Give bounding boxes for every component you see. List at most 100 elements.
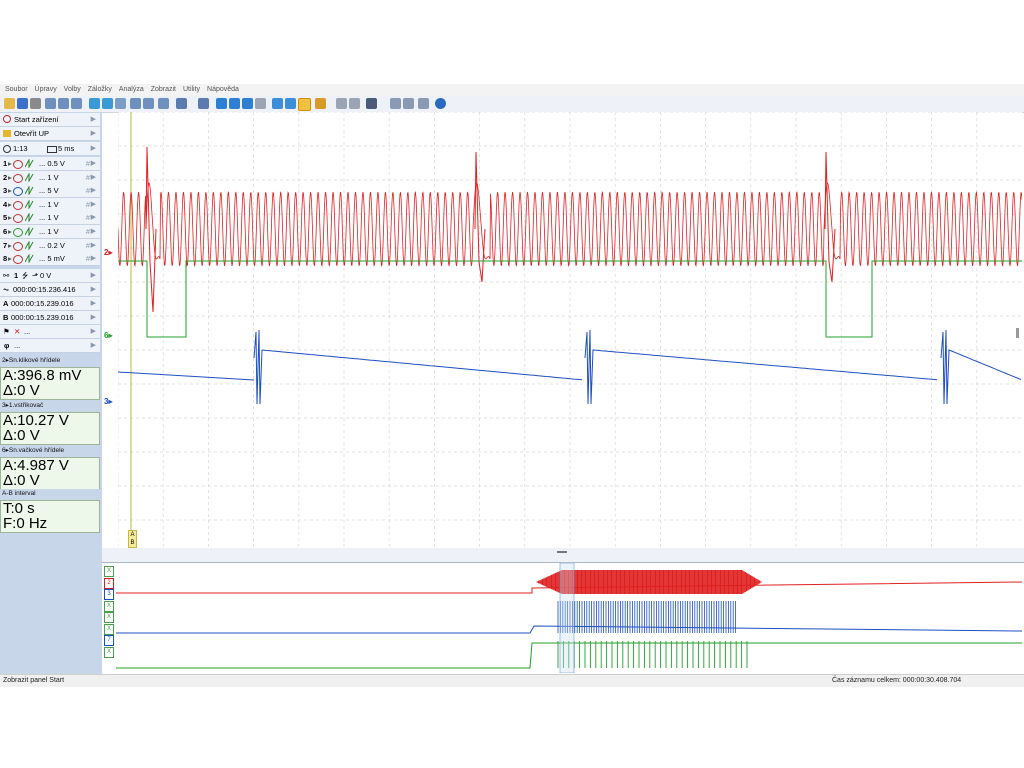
menu-bar: Soubor Úpravy Volby Záložky Analýza Zobr…	[0, 84, 1024, 96]
copy-icon[interactable]	[45, 98, 56, 109]
channel-row[interactable]: 4 ▸ ... 1 V # ▶	[0, 197, 100, 212]
cursor-time-row[interactable]: ⏦ 000:00:15.236.416 ▶	[0, 283, 100, 297]
flag-icon[interactable]	[198, 98, 209, 109]
readout-crank: A:396.8 mV Δ:0 V	[0, 367, 100, 400]
refresh-icon[interactable]	[158, 98, 169, 109]
overview-channel-tag[interactable]: X	[104, 612, 114, 623]
chevron-right-icon: ▶	[90, 300, 96, 307]
zoom-timebase-row[interactable]: 1:13 5 ms ▶	[0, 142, 100, 156]
trigger-row[interactable]: ⚯ 1 ⭍ ⬏ 0 V ▶	[0, 269, 100, 283]
cursor-a-time: 000:00:15.239.016	[11, 299, 74, 308]
window-3-icon[interactable]	[418, 98, 429, 109]
compare-icon[interactable]	[115, 98, 126, 109]
menu-analysis[interactable]: Analýza	[119, 84, 144, 96]
channel-scale: ... 5 mV	[39, 254, 65, 264]
print-icon[interactable]	[30, 98, 41, 109]
power-icon	[3, 115, 11, 123]
channel-2-marker[interactable]: 2▸	[104, 248, 112, 257]
cursor-a-row[interactable]: A 000:00:15.239.016 ▶	[0, 297, 100, 311]
cursor-a-label: A	[3, 299, 9, 308]
main-plot[interactable]	[117, 111, 1023, 548]
channel-row[interactable]: 3 ▸ ... 5 V # ▶	[0, 184, 100, 199]
chevron-right-icon: ▶	[90, 173, 96, 181]
channel-3-marker[interactable]: 3▸	[104, 397, 112, 406]
overview-channel-tag[interactable]: X	[104, 600, 114, 612]
cursor-ab-tag[interactable]: A B	[128, 530, 137, 548]
check-icon[interactable]	[216, 98, 227, 109]
overview-channel-tag[interactable]: X	[104, 566, 114, 577]
cursor-b-tag: B	[130, 540, 135, 546]
channel-settings-icon: #	[85, 159, 90, 168]
channel-row[interactable]: 7 ▸ ... 0.2 V # ▶	[0, 238, 100, 253]
chevron-right-icon: ▶	[90, 328, 96, 335]
menu-help[interactable]: Nápověda	[207, 84, 239, 96]
check-all-icon[interactable]	[229, 98, 240, 109]
open-up-button[interactable]: Otevřít UP ▶	[0, 127, 100, 141]
channel-arrow-icon: ▸	[8, 240, 12, 250]
menu-bookmarks[interactable]: Záložky	[88, 84, 112, 96]
save-icon[interactable]	[17, 98, 28, 109]
overview-strip[interactable]: X23XXX7X	[102, 562, 1024, 674]
menu-options[interactable]: Volby	[64, 84, 81, 96]
layout-icon[interactable]	[176, 98, 187, 109]
splitter-handle-icon[interactable]	[557, 551, 567, 553]
cursor-b-row[interactable]: B 000:00:15.239.016 ▶	[0, 311, 100, 325]
step-icon[interactable]	[336, 98, 347, 109]
zoom-select-icon[interactable]	[285, 98, 296, 109]
overview-channel-tag[interactable]: 3	[104, 589, 114, 600]
readout-delta: F:0 Hz	[3, 515, 48, 532]
menu-view[interactable]: Zobrazit	[151, 84, 176, 96]
channel-row[interactable]: 5 ▸ ... 1 V # ▶	[0, 211, 100, 226]
overview-channel-tag[interactable]: 2	[104, 577, 114, 589]
paste-icon[interactable]	[58, 98, 69, 109]
cursor-mode-icon[interactable]	[298, 98, 311, 111]
window-2-icon[interactable]	[403, 98, 414, 109]
channel-row[interactable]: 6 ▸ ... 1 V # ▶	[0, 225, 100, 239]
flag-icon: ⚑	[3, 327, 10, 336]
channel-scale: ... 1 V	[39, 172, 59, 182]
side-handle-icon[interactable]	[1016, 328, 1019, 338]
channel-scale: ... 0.5 V	[39, 159, 65, 168]
channel-row[interactable]: 1 ▸ ... 0.5 V # ▶	[0, 157, 100, 171]
page-icon[interactable]	[255, 98, 266, 109]
start-device-button[interactable]: Start zařízení ▶	[0, 113, 100, 127]
menu-file[interactable]: Soubor	[5, 84, 28, 96]
zoom-fit-icon[interactable]	[272, 98, 283, 109]
overview-channel-tag[interactable]: 7	[104, 635, 114, 646]
export-icon[interactable]	[71, 98, 82, 109]
redo-icon[interactable]	[143, 98, 154, 109]
help-icon[interactable]	[435, 98, 446, 109]
chevron-right-icon: ▶	[90, 255, 96, 263]
display-icon[interactable]	[366, 98, 377, 109]
menu-utilities[interactable]: Utility	[183, 84, 200, 96]
window-1-icon[interactable]	[390, 98, 401, 109]
check-down-icon[interactable]	[242, 98, 253, 109]
folder-icon	[3, 130, 11, 137]
oscilloscope-plot[interactable]	[117, 111, 1023, 548]
channel-number: 6	[3, 227, 8, 236]
sensor-icon[interactable]	[102, 98, 113, 109]
overview-channel-tag[interactable]: X	[104, 646, 114, 658]
markers-row[interactable]: ⚑ ✕ ... ▶	[0, 325, 100, 339]
overview-injector-pulses	[557, 601, 736, 633]
splitter[interactable]	[102, 548, 1024, 562]
probe-icon	[13, 214, 23, 224]
readout-delta: Δ:0 V	[3, 472, 40, 489]
phase-row[interactable]: φ ... ▶	[0, 339, 100, 353]
channel-row[interactable]: 2 ▸ ... 1 V # ▶	[0, 170, 100, 185]
timebase-icon	[47, 146, 57, 153]
overview-channel-tag[interactable]: X	[104, 623, 114, 635]
undo-icon[interactable]	[130, 98, 141, 109]
channel-row[interactable]: 8 ▸ ... 5 mV # ▶	[0, 252, 100, 267]
readout-value: A:10.27 V	[3, 412, 69, 429]
probe-icon[interactable]	[89, 98, 100, 109]
chevron-right-icon: ▶	[90, 160, 96, 167]
measure-icon[interactable]	[315, 98, 326, 109]
open-folder-icon[interactable]	[4, 98, 15, 109]
channel-arrow-icon: ▸	[8, 186, 12, 196]
channel-6-marker[interactable]: 6▸	[104, 331, 112, 340]
play-icon[interactable]	[349, 98, 360, 109]
menu-edit[interactable]: Úpravy	[35, 84, 57, 96]
overview-plot[interactable]	[102, 562, 1024, 674]
injector-trace	[117, 371, 255, 381]
